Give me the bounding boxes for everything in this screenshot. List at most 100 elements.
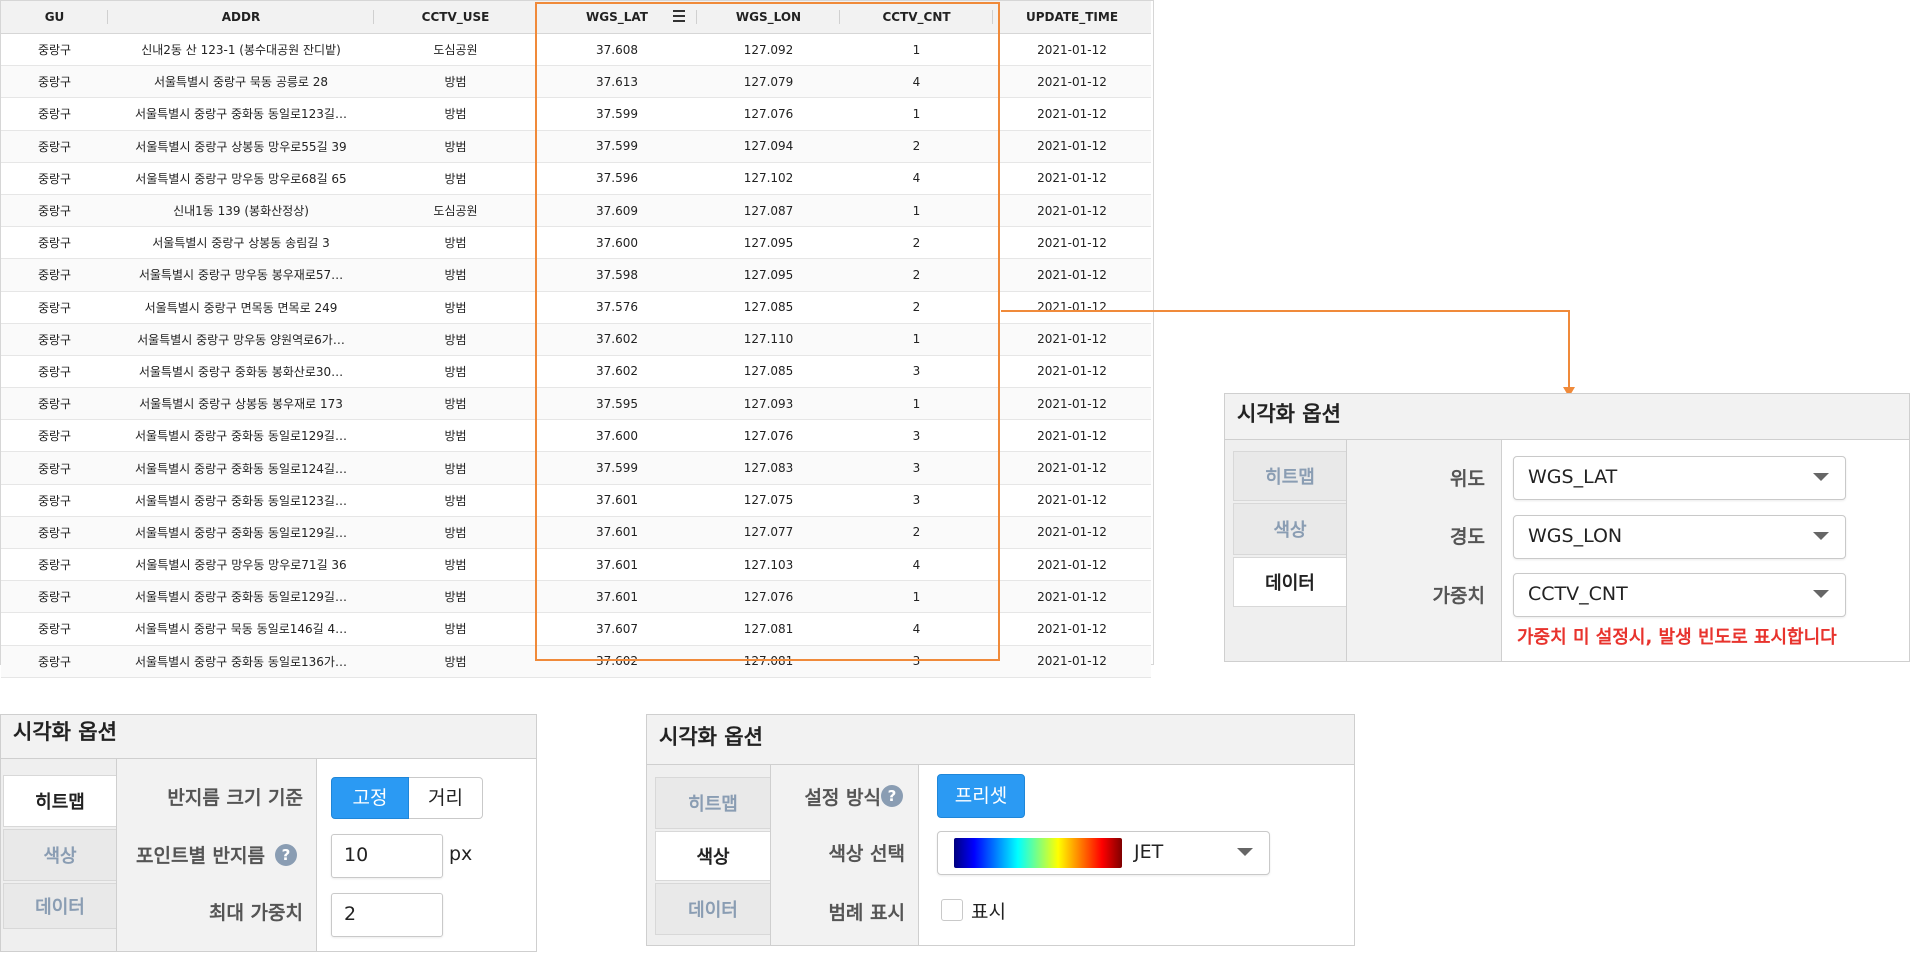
col-header-gu[interactable]: GU (1, 1, 108, 34)
tab-data[interactable]: 데이터 (655, 883, 770, 935)
cell-addr: 서울특별시 중랑구 망우동 망우로71길 36 (108, 548, 374, 582)
cell-cctv-use: 방범 (374, 419, 537, 453)
cell-addr: 서울특별시 중랑구 망우동 망우로68길 65 (108, 162, 374, 195)
max-weight-input[interactable]: 2 (331, 893, 443, 937)
cell-addr: 서울특별시 중랑구 상봉동 송림길 3 (108, 226, 374, 260)
cell-gu: 중랑구 (1, 516, 108, 550)
latitude-select[interactable]: WGS_LAT (1513, 456, 1846, 500)
col-header-cctv-use[interactable]: CCTV_USE (374, 1, 537, 34)
cell-update-time: 2021-01-12 (993, 97, 1151, 131)
tab-color[interactable]: 색상 (3, 829, 116, 881)
cell-addr: 서울특별시 중랑구 면목동 면목로 249 (108, 291, 374, 324)
legend-checkbox[interactable] (941, 899, 963, 921)
cell-update-time: 2021-01-12 (993, 484, 1151, 517)
legend-display-label: 범례 표시 (828, 902, 905, 924)
cell-update-time: 2021-01-12 (993, 612, 1151, 646)
cell-update-time: 2021-01-12 (993, 291, 1151, 324)
tab-data[interactable]: 데이터 (1233, 557, 1346, 607)
preset-button[interactable]: 프리셋 (937, 774, 1025, 818)
cell-gu: 중랑구 (1, 65, 108, 99)
visualization-options-heatmap-panel: 시각화 옵션 히트맵 색상 데이터 반지름 크기 기준 포인트별 반지름 ? 최… (0, 714, 537, 952)
cell-update-time: 2021-01-12 (993, 516, 1151, 550)
chevron-down-icon (1237, 848, 1253, 856)
cell-addr: 서울특별시 중랑구 중화동 동일로124길… (108, 451, 374, 485)
cell-update-time: 2021-01-12 (993, 419, 1151, 453)
weight-select[interactable]: CCTV_CNT (1513, 573, 1846, 617)
cell-gu: 중랑구 (1, 645, 108, 678)
color-select-label: 색상 선택 (828, 843, 905, 865)
cell-update-time: 2021-01-12 (993, 355, 1151, 389)
tab-heatmap[interactable]: 히트맵 (655, 777, 770, 829)
longitude-select-value: WGS_LON (1528, 525, 1623, 547)
help-icon[interactable]: ? (881, 785, 903, 807)
cell-cctv-use: 방범 (374, 226, 537, 260)
cell-cctv-use: 방범 (374, 516, 537, 550)
weight-label: 가중치 (1432, 585, 1485, 607)
color-scale-select[interactable]: JET (937, 831, 1270, 875)
cell-addr: 서울특별시 중랑구 중화동 동일로129길… (108, 419, 374, 453)
cell-addr: 서울특별시 중랑구 중화동 봉화산로30… (108, 355, 374, 389)
tab-color[interactable]: 색상 (655, 831, 770, 881)
visualization-options-color-panel: 시각화 옵션 히트맵 색상 데이터 설정 방식 ? 색상 선택 범례 표시 프리… (646, 714, 1355, 946)
latitude-label: 위도 (1450, 468, 1485, 490)
cell-cctv-use: 방범 (374, 162, 537, 195)
longitude-select[interactable]: WGS_LON (1513, 515, 1846, 559)
cell-cctv-use: 방범 (374, 130, 537, 163)
cell-update-time: 2021-01-12 (993, 548, 1151, 582)
tab-heatmap[interactable]: 히트맵 (1233, 451, 1346, 501)
cell-gu: 중랑구 (1, 97, 108, 131)
cell-update-time: 2021-01-12 (993, 162, 1151, 195)
cell-update-time: 2021-01-12 (993, 226, 1151, 260)
cell-addr: 서울특별시 중랑구 중화동 동일로123길… (108, 97, 374, 131)
tab-color[interactable]: 색상 (1233, 503, 1346, 555)
tab-data[interactable]: 데이터 (3, 883, 116, 929)
selected-columns-highlight (535, 2, 1000, 661)
cell-addr: 서울특별시 중랑구 중화동 동일로129길… (108, 516, 374, 550)
legend-checkbox-label: 표시 (971, 901, 1006, 923)
max-weight-label: 최대 가중치 (208, 902, 303, 924)
cell-gu: 중랑구 (1, 291, 108, 324)
cell-gu: 중랑구 (1, 548, 108, 582)
cell-cctv-use: 방범 (374, 323, 537, 356)
cell-addr: 신내1동 139 (봉화산정상) (108, 194, 374, 228)
cell-addr: 신내2동 산 123-1 (봉수대공원 잔디밭) (108, 33, 374, 67)
color-scale-value: JET (1134, 841, 1164, 863)
cell-update-time: 2021-01-12 (993, 130, 1151, 163)
chevron-down-icon (1813, 473, 1829, 481)
cell-cctv-use: 도심공원 (374, 194, 537, 228)
option-tab-sidebar: 히트맵 색상 데이터 (647, 765, 771, 945)
point-radius-input[interactable]: 10 (331, 834, 443, 878)
radius-fixed-button[interactable]: 고정 (331, 777, 409, 819)
cell-gu: 중랑구 (1, 162, 108, 195)
panel-title: 시각화 옵션 (1, 715, 536, 759)
cell-addr: 서울특별시 중랑구 묵동 동일로146길 4… (108, 612, 374, 646)
chevron-down-icon (1813, 532, 1829, 540)
radius-basis-label: 반지름 크기 기준 (167, 787, 303, 809)
longitude-label: 경도 (1450, 526, 1485, 548)
option-tab-sidebar: 히트맵 색상 데이터 (1, 759, 117, 951)
col-header-addr[interactable]: ADDR (108, 1, 374, 34)
cell-gu: 중랑구 (1, 194, 108, 228)
cell-cctv-use: 방범 (374, 97, 537, 131)
jet-colormap-swatch (954, 838, 1122, 868)
cell-cctv-use: 방범 (374, 291, 537, 324)
point-radius-label: 포인트별 반지름 (136, 845, 265, 867)
panel-title: 시각화 옵션 (647, 715, 1354, 765)
cell-update-time: 2021-01-12 (993, 451, 1151, 485)
option-tab-sidebar: 히트맵 색상 데이터 (1225, 440, 1347, 661)
cell-cctv-use: 방범 (374, 355, 537, 389)
cell-gu: 중랑구 (1, 33, 108, 67)
weight-hint-text: 가중치 미 설정시, 발생 빈도로 표시합니다 (1517, 627, 1837, 648)
cell-addr: 서울특별시 중랑구 중화동 동일로136가… (108, 645, 374, 678)
cell-addr: 서울특별시 중랑구 중화동 동일로123길… (108, 484, 374, 517)
tab-heatmap[interactable]: 히트맵 (3, 775, 116, 827)
cell-addr: 서울특별시 중랑구 망우동 양원역로6가… (108, 323, 374, 356)
col-header-update-time[interactable]: UPDATE_TIME (993, 1, 1151, 34)
visualization-options-data-panel: 시각화 옵션 히트맵 색상 데이터 위도 경도 가중치 WGS_LAT WGS_… (1224, 393, 1910, 662)
weight-select-value: CCTV_CNT (1528, 583, 1628, 605)
cell-cctv-use: 방범 (374, 258, 537, 292)
radius-distance-button[interactable]: 거리 (409, 777, 483, 819)
cell-cctv-use: 방범 (374, 484, 537, 517)
setting-method-label: 설정 방식 (804, 787, 881, 809)
help-icon[interactable]: ? (275, 844, 297, 866)
